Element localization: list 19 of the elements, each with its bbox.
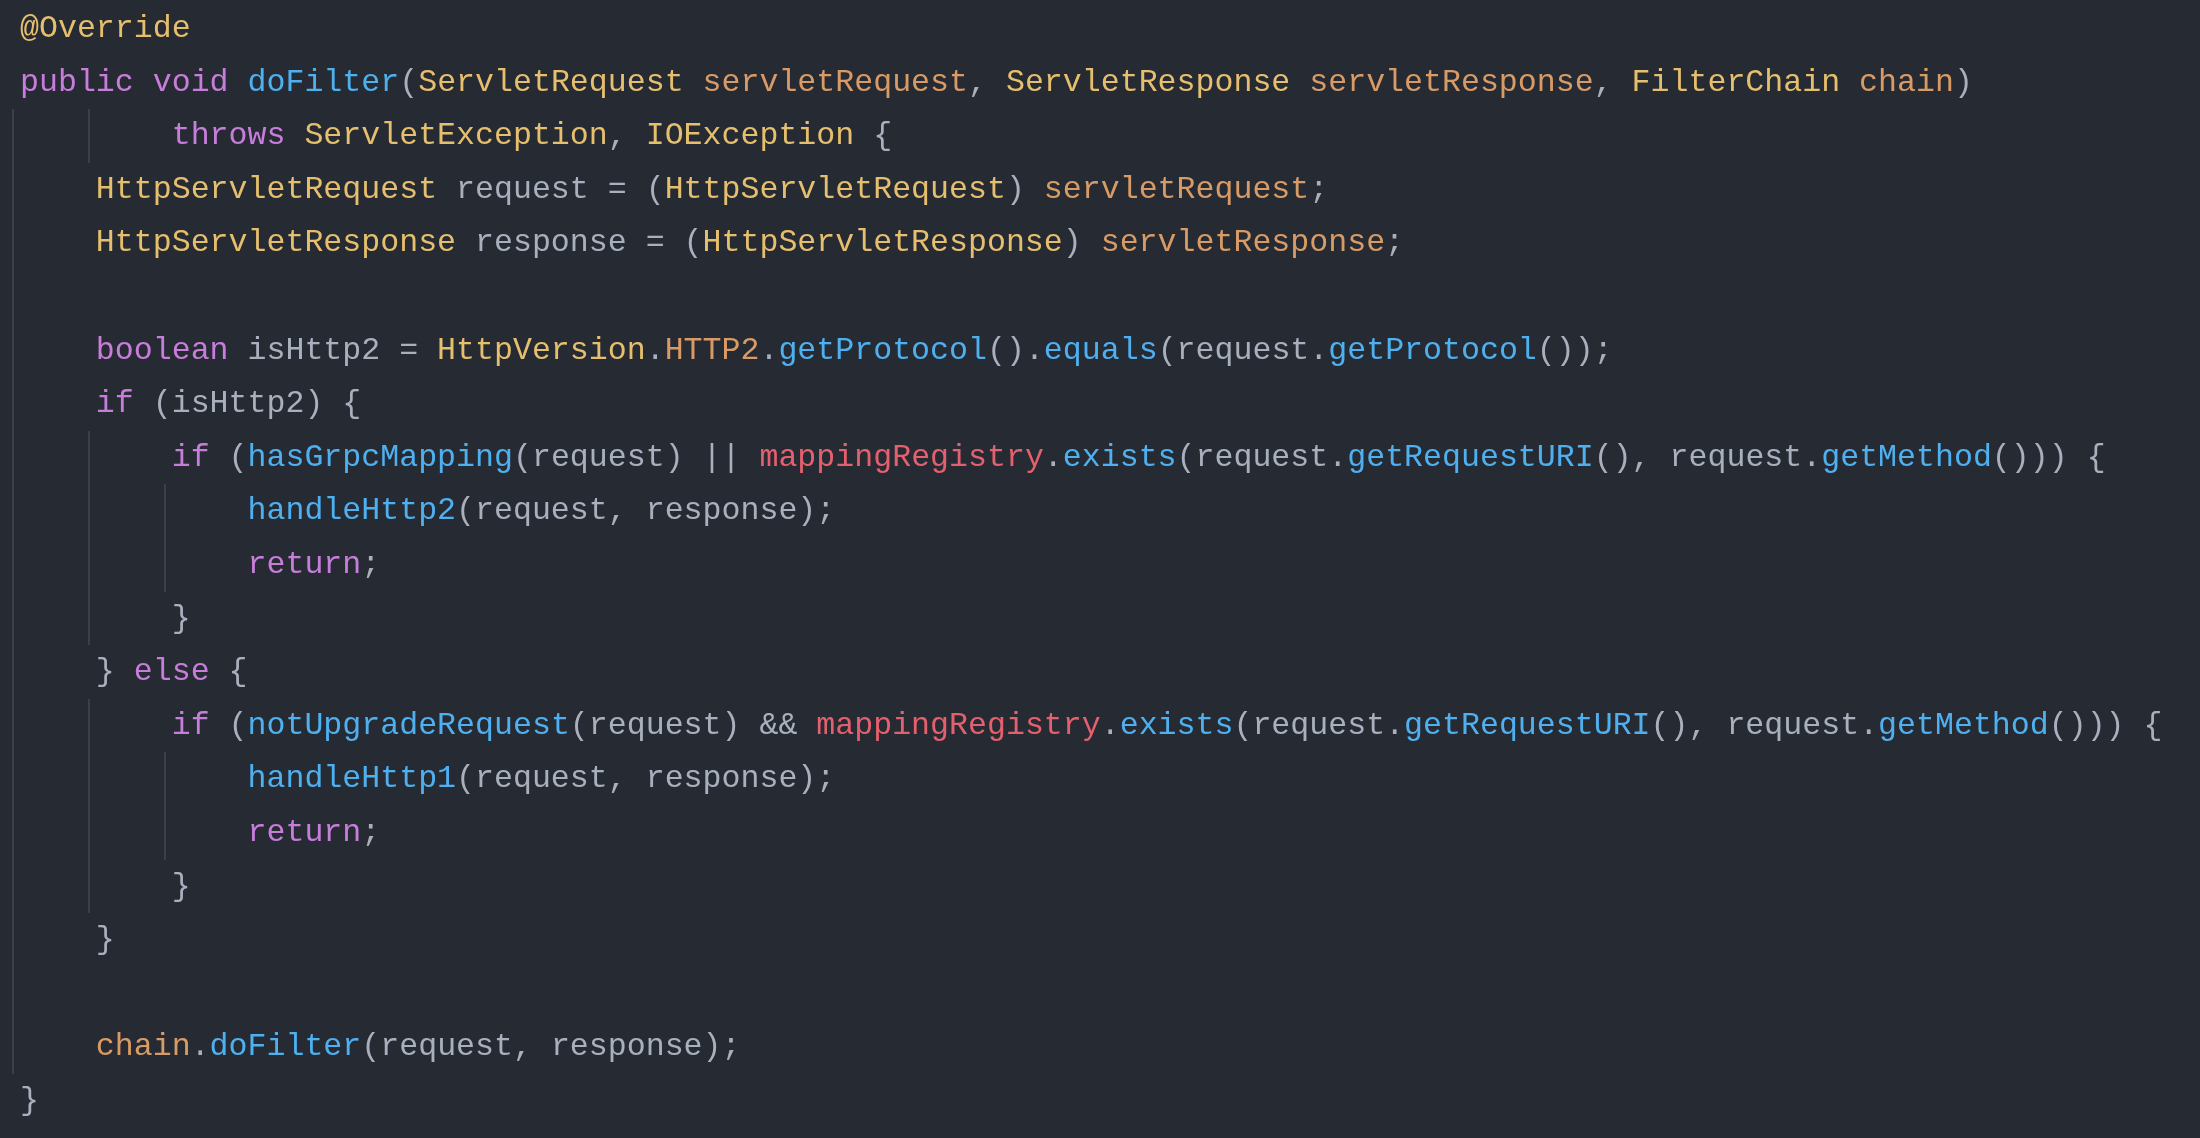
code-line: handleHttp1(request, response); <box>246 761 836 797</box>
code-line: return; <box>246 546 381 582</box>
code-line: if (isHttp2) { <box>94 386 362 422</box>
code-line: } else { <box>94 654 248 690</box>
code-line: handleHttp2(request, response); <box>246 493 836 529</box>
code-line: @Override <box>20 11 191 46</box>
code-line: public void doFilter(ServletRequest servletRequest, ServletResponse servletResponse, FilterChain chain) <box>20 64 1973 100</box>
code-line: return; <box>246 814 381 850</box>
code-line: HttpServletRequest request = (HttpServletRequest) servletRequest; <box>94 171 1329 207</box>
code-line: } <box>170 600 191 636</box>
code-line: boolean isHttp2 = HttpVersion.HTTP2.getProtocol().equals(request.getProtocol()); <box>94 332 1613 368</box>
code-line: } <box>20 1082 39 1118</box>
code-line: chain.doFilter(request, response); <box>94 1029 741 1065</box>
code-line: HttpServletResponse response = (HttpServletResponse) servletResponse; <box>94 225 1405 261</box>
code-line: } <box>170 868 191 904</box>
code-line: } <box>94 922 115 958</box>
code-line: if (hasGrpcMapping(request) || mappingRegistry.exists(request.getRequestURI(), request.getMethod())) { <box>170 439 2106 475</box>
code-line: if (notUpgradeRequest(request) && mappingRegistry.exists(request.getRequestURI(), request.getMethod())) { <box>170 707 2163 743</box>
code-line: throws ServletException, IOException { <box>170 118 893 154</box>
